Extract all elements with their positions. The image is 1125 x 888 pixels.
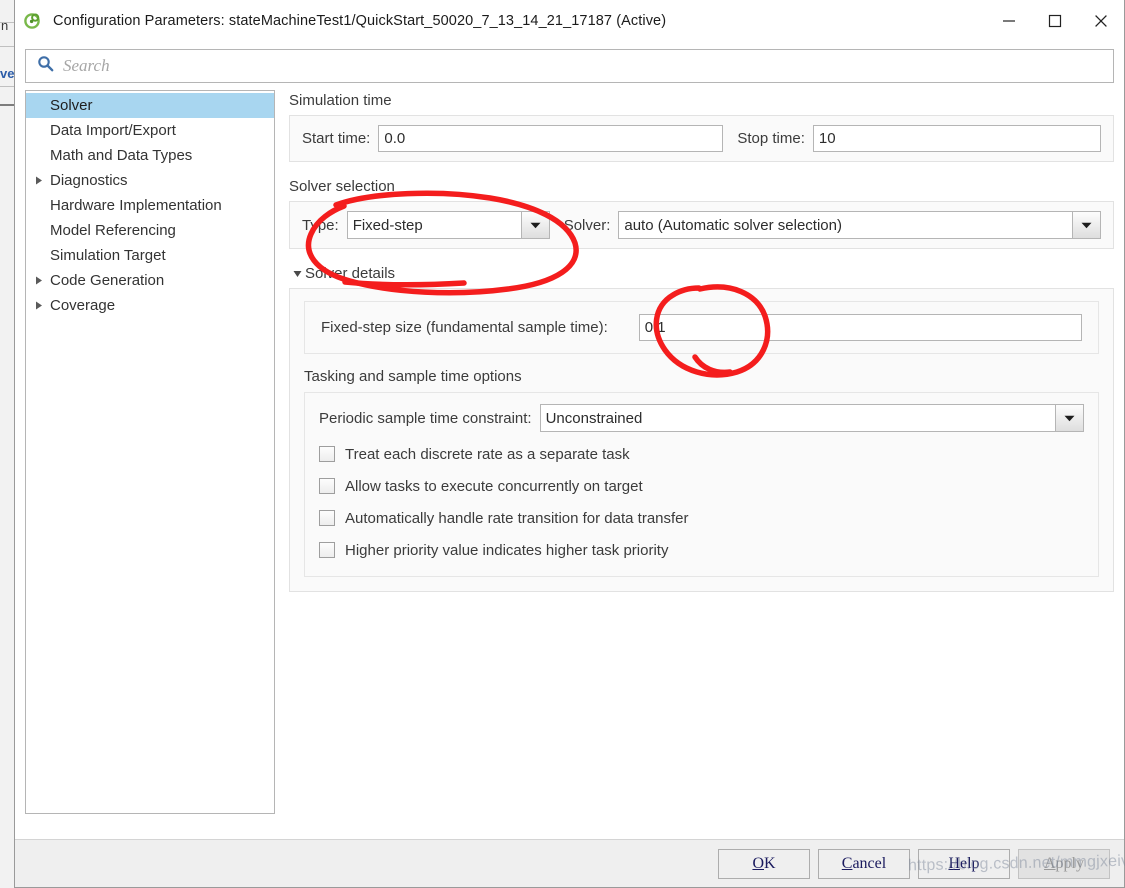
tasking-group: Periodic sample time constraint: Unconst… [304,392,1099,577]
periodic-sample-time-combo[interactable]: Unconstrained [539,404,1084,432]
help-button-suffix: elp [960,854,980,872]
title-bar: Configuration Parameters: stateMachineTe… [15,0,1124,41]
window-controls [986,0,1124,41]
search-icon [37,55,54,77]
checkbox-concurrent-execution[interactable] [319,478,335,494]
solver-settings-pane: Simulation time Start time: 0.0 Stop tim… [289,90,1114,839]
tree-item-label: Simulation Target [50,247,166,264]
chevron-down-icon[interactable] [289,270,305,278]
start-time-field[interactable]: 0.0 [378,125,724,152]
search-bar: Search [15,41,1124,90]
checkbox-label: Higher priority value indicates higher t… [345,541,669,559]
fixed-step-size-row: Fixed-step size (fundamental sample time… [321,314,1082,341]
solver-selection-row: Type: Fixed-step Solver: auto (Automatic… [302,211,1101,239]
simulation-time-heading: Simulation time [289,92,392,109]
solver-combo[interactable]: auto (Automatic solver selection) [618,211,1101,239]
search-input[interactable]: Search [25,49,1114,83]
solver-details-label: Solver details [305,265,396,282]
tree-item-label: Hardware Implementation [50,197,222,214]
tree-item-simulation-target[interactable]: Simulation Target [26,243,274,268]
checkbox-label: Treat each discrete rate as a separate t… [345,445,630,463]
tree-item-code-generation[interactable]: Code Generation [26,268,274,293]
apply-button-mnemonic: A [1043,854,1056,872]
simulation-time-row: Start time: 0.0 Stop time: 10 [302,125,1101,152]
help-button-mnemonic: H [948,854,960,872]
cancel-button[interactable]: Cancel [818,848,910,879]
minimize-button[interactable] [986,0,1032,41]
checkbox-label: Automatically handle rate transition for… [345,509,689,527]
chevron-down-icon[interactable] [1072,212,1100,238]
apply-button: Apply [1018,848,1110,879]
fixed-step-size-group: Fixed-step size (fundamental sample time… [304,301,1099,354]
tree-item-data-import-export[interactable]: Data Import/Export [26,118,274,143]
simulink-icon [23,11,43,31]
tree-item-label: Diagnostics [50,172,128,189]
solver-label: Solver: [563,216,611,234]
chevron-right-icon[interactable] [30,176,48,185]
tree-item-label: Data Import/Export [50,122,176,139]
maximize-button[interactable] [1032,0,1078,41]
tasking-heading: Tasking and sample time options [304,368,522,385]
solver-details-disclosure[interactable]: Solver details [289,265,1114,282]
checkbox-row-higher-priority[interactable]: Higher priority value indicates higher t… [319,534,1084,566]
start-time-label: Start time: [302,130,371,147]
stop-time-label: Stop time: [737,130,805,147]
checkbox-rate-transition[interactable] [319,510,335,526]
tree-item-label: Solver [50,97,93,114]
tree-item-solver[interactable]: Solver [26,93,274,118]
tree-item-label: Code Generation [50,272,165,289]
fixed-step-size-field[interactable]: 0.1 [638,314,1082,341]
solver-type-value: Fixed-step [352,216,423,234]
tree-item-label: Coverage [50,297,116,314]
tree-item-model-referencing[interactable]: Model Referencing [26,218,274,243]
cancel-button-suffix: ancel [852,854,887,872]
tree-item-math-and-data-types[interactable]: Math and Data Types [26,143,274,168]
chevron-right-icon[interactable] [30,276,48,285]
tree-item-label: Math and Data Types [50,147,193,164]
checkbox-separate-task[interactable] [319,446,335,462]
checkbox-row-separate-task[interactable]: Treat each discrete rate as a separate t… [319,438,1084,470]
solver-details-group: Fixed-step size (fundamental sample time… [289,288,1114,592]
ok-button-mnemonic: O [752,854,764,872]
tree-item-coverage[interactable]: Coverage [26,293,274,318]
checkbox-label: Allow tasks to execute concurrently on t… [345,477,643,495]
help-button[interactable]: Help [918,848,1010,879]
chevron-down-icon[interactable] [1055,405,1083,431]
checkbox-higher-priority[interactable] [319,542,335,558]
periodic-sample-time-label: Periodic sample time constraint: [319,409,532,427]
settings-tree[interactable]: Solver Data Import/Export Math and Data … [25,90,275,814]
periodic-sample-time-row: Periodic sample time constraint: Unconst… [319,404,1084,432]
solver-value: auto (Automatic solver selection) [624,216,842,234]
solver-selection-heading: Solver selection [289,178,395,195]
tree-item-label: Model Referencing [50,222,176,239]
window-title: Configuration Parameters: stateMachineTe… [53,12,667,29]
solver-selection-group: Type: Fixed-step Solver: auto (Automatic… [289,201,1114,249]
dialog-body: Solver Data Import/Export Math and Data … [15,90,1124,839]
solver-type-label: Type: [302,216,339,234]
simulation-time-group: Start time: 0.0 Stop time: 10 [289,115,1114,162]
ok-button[interactable]: OK [718,848,810,879]
tree-item-hardware-implementation[interactable]: Hardware Implementation [26,193,274,218]
configuration-parameters-dialog: Configuration Parameters: stateMachineTe… [14,0,1125,888]
apply-button-suffix: pply [1055,854,1084,872]
stop-time-field[interactable]: 10 [812,125,1101,152]
chevron-down-icon[interactable] [520,212,549,238]
tree-item-diagnostics[interactable]: Diagnostics [26,168,274,193]
cancel-button-mnemonic: C [841,854,853,872]
chevron-right-icon[interactable] [30,301,48,310]
periodic-sample-time-value: Unconstrained [545,409,643,427]
fixed-step-size-label: Fixed-step size (fundamental sample time… [321,319,608,336]
solver-type-combo[interactable]: Fixed-step [346,211,550,239]
checkbox-row-rate-transition[interactable]: Automatically handle rate transition for… [319,502,1084,534]
ok-button-suffix: K [764,854,776,872]
search-placeholder: Search [63,56,110,75]
checkbox-row-concurrent-execution[interactable]: Allow tasks to execute concurrently on t… [319,470,1084,502]
close-button[interactable] [1078,0,1124,41]
dialog-footer: OK Cancel Help Apply [15,839,1124,887]
